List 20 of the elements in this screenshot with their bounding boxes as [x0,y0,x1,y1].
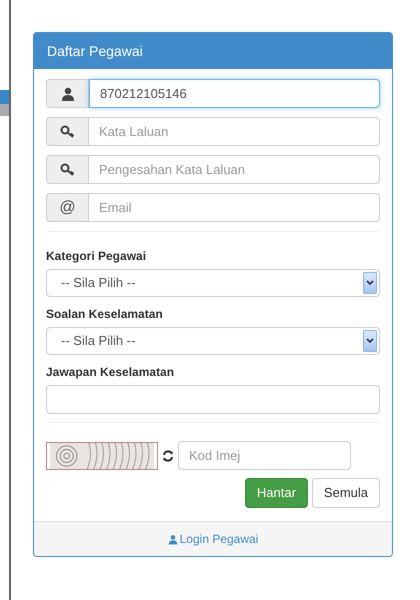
panel-title: Daftar Pegawai [47,42,143,61]
user-icon [60,86,74,100]
input-field[interactable]: 870212105146 [89,79,380,108]
key-icon [60,162,76,176]
key-icon [60,124,76,138]
input-field[interactable]: Email [89,193,380,222]
input-field[interactable]: Pengesahan Kata Laluan [89,155,380,184]
field-label: Jawapan Keselamatan [46,364,176,381]
refresh-icon[interactable] [162,450,174,462]
user-icon [168,534,178,544]
field-label: Kategori Pegawai [46,248,148,265]
input-field[interactable]: Kata Laluan [89,117,380,146]
at-icon: @ [59,196,76,220]
select-field[interactable]: -- Sila Pilih -- [46,269,380,297]
input-field[interactable] [46,385,380,414]
captcha-field[interactable]: Kod Imej [178,441,351,470]
select-field[interactable]: -- Sila Pilih -- [46,327,380,355]
background-window-fragment [0,90,9,116]
field-label: Soalan Keselamatan [46,306,164,323]
reset-button[interactable]: Semula [312,478,380,508]
